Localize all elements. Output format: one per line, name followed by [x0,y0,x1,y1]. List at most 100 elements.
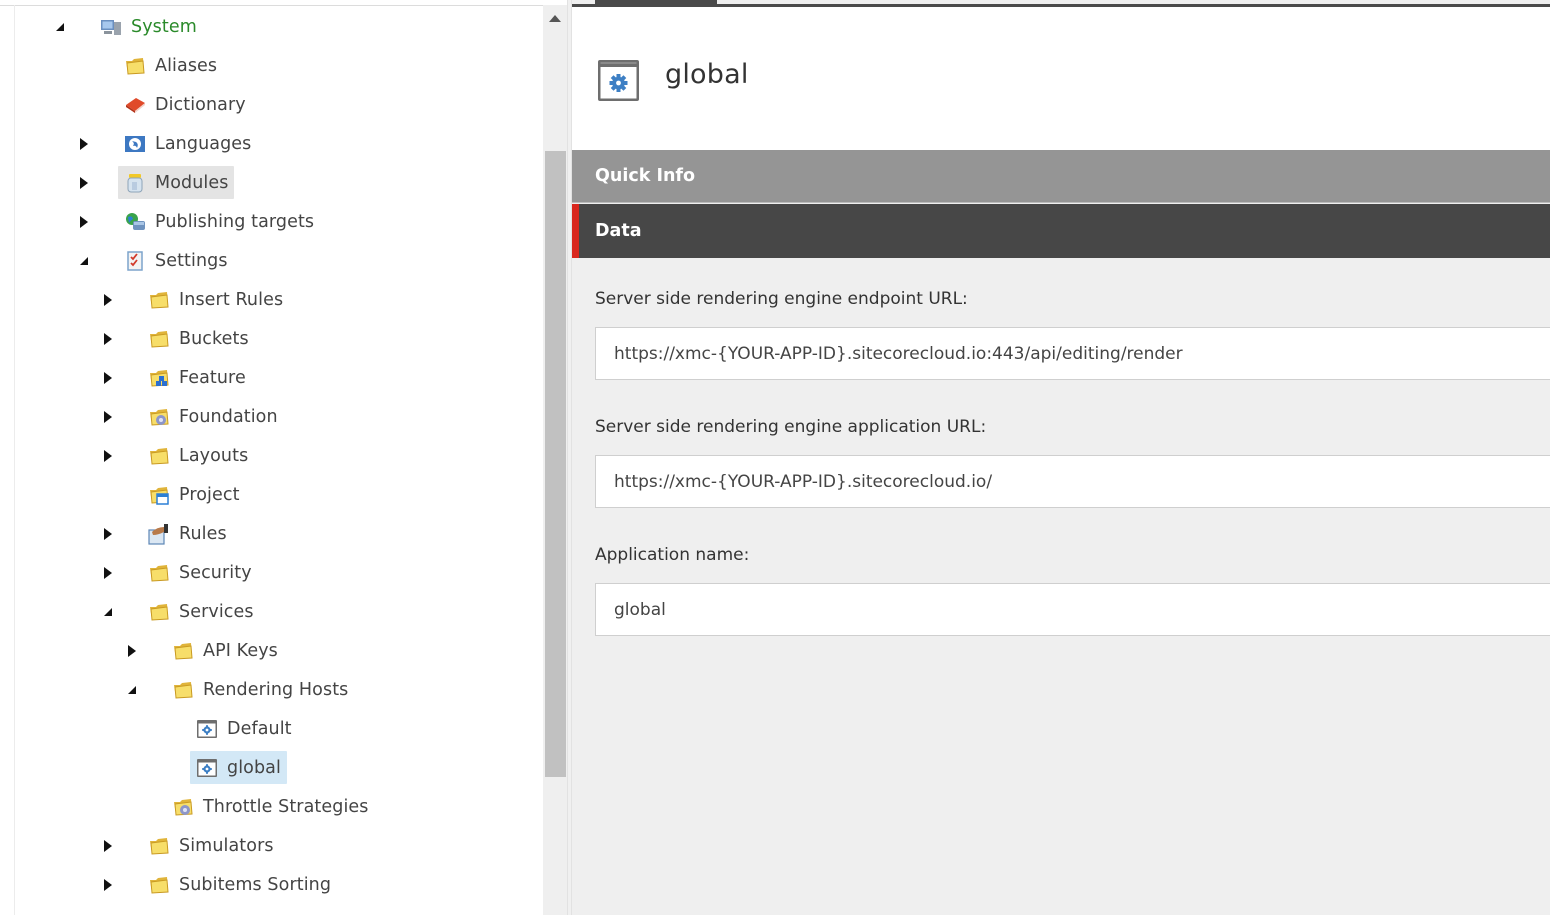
system-computer-icon [100,16,122,38]
tree-item-row[interactable]: System [94,10,203,43]
tree-item-row[interactable]: Settings [118,244,234,277]
collapse-toggle-icon[interactable] [125,683,139,697]
tree-item-label: Rendering Hosts [203,679,349,700]
tree-item-label: Services [179,601,254,622]
folder-icon [148,601,170,623]
application-url-input[interactable] [595,455,1550,508]
scrollbar-thumb[interactable] [545,151,566,777]
checklist-icon [124,250,146,272]
item-title: global [665,59,749,90]
expand-toggle-icon[interactable] [77,215,91,229]
tree-item-row[interactable]: Default [190,712,298,745]
active-editor-tab[interactable] [595,0,717,7]
tree-item-row[interactable]: Services [142,595,260,628]
tree-item-row[interactable]: Subitems Sorting [142,868,337,901]
rules-handshake-icon [148,523,170,545]
tree-item-label: Languages [155,133,252,154]
collapse-toggle-icon[interactable] [53,20,67,34]
tree-item-label: Modules [155,172,229,193]
tree-item-label: Insert Rules [179,289,284,310]
expand-toggle-icon[interactable] [101,332,115,346]
expand-toggle-icon[interactable] [125,644,139,658]
triangle-right-icon [104,528,112,540]
tree-item-label: Settings [155,250,228,271]
field-label-endpoint-url: Server side rendering engine endpoint UR… [595,289,968,309]
tree-item-row[interactable]: Insert Rules [142,283,289,316]
expand-toggle-icon[interactable] [101,878,115,892]
tree-item-label: Aliases [155,55,218,76]
expand-toggle-icon[interactable] [77,176,91,190]
tree-item-label: Throttle Strategies [203,796,369,817]
scroll-up-arrow-icon[interactable] [549,15,561,22]
triangle-right-icon [104,294,112,306]
triangle-right-icon [104,840,112,852]
folder-icon [148,289,170,311]
jar-icon [124,172,146,194]
tree-item-label: Foundation [179,406,278,427]
expand-toggle-icon[interactable] [77,137,91,151]
content-tree-panel: System Aliases Dictionary Languages Modules P… [0,0,543,915]
section-quick-info[interactable]: Quick Info [572,150,1550,203]
tree-item-row[interactable]: Layouts [142,439,254,472]
folder-icon [148,328,170,350]
triangle-right-icon [80,216,88,228]
collapse-toggle-icon[interactable] [77,254,91,268]
expand-toggle-icon[interactable] [101,527,115,541]
expand-toggle-icon[interactable] [101,566,115,580]
tree-item-row[interactable]: Aliases [118,49,223,82]
tree-item-row[interactable]: Modules [118,166,235,199]
tree-top-border [0,5,543,6]
tree-left-border [14,5,15,915]
triangle-down-icon [56,23,64,31]
folder-icon [148,562,170,584]
folder-icon [148,874,170,896]
tree-item-row[interactable]: Rendering Hosts [166,673,354,706]
tree-item-label: Security [179,562,252,583]
tree-item-row[interactable]: Feature [142,361,252,394]
expand-toggle-icon[interactable] [101,449,115,463]
folder-icon [124,55,146,77]
dictionary-book-icon [124,94,146,116]
editor-tab-strip [572,0,1550,7]
expand-toggle-icon[interactable] [101,293,115,307]
tree-item-row[interactable]: Rules [142,517,233,550]
expand-toggle-icon[interactable] [101,371,115,385]
triangle-right-icon [104,372,112,384]
tree-item-label: System [131,16,197,37]
triangle-right-icon [104,450,112,462]
tree-item-label: Rules [179,523,227,544]
tree-item-row[interactable] [142,907,185,915]
tree-item-row[interactable]: API Keys [166,634,284,667]
collapse-toggle-icon[interactable] [101,605,115,619]
tree-item-row[interactable]: Foundation [142,400,284,433]
tree-item-label: Feature [179,367,246,388]
folder-gear-icon [148,406,170,428]
tree-item-row[interactable]: Security [142,556,258,589]
folder-icon [172,679,194,701]
triangle-right-icon [104,567,112,579]
item-header: global [572,7,1550,150]
tree-item-row[interactable]: Throttle Strategies [166,790,374,823]
tree-item-label: Project [179,484,240,505]
tree-item-row[interactable]: Dictionary [118,88,252,121]
tree-item-row[interactable]: Project [142,478,246,511]
tree-item-row[interactable]: Publishing targets [118,205,320,238]
tree-item-row[interactable]: global [190,751,287,784]
window-gear-icon [196,718,218,740]
endpoint-url-input[interactable] [595,327,1550,380]
section-quick-info-label: Quick Info [595,166,696,186]
triangle-down-icon [104,608,112,616]
application-name-input[interactable] [595,583,1550,636]
expand-toggle-icon[interactable] [101,410,115,424]
tree-item-row[interactable]: Simulators [142,829,280,862]
section-data[interactable]: Data [572,204,1550,258]
tree-item-row[interactable]: Buckets [142,322,255,355]
tree-scrollbar[interactable] [543,5,567,915]
tree-item-label: global [227,757,281,778]
tree-item-label: Layouts [179,445,249,466]
triangle-right-icon [104,411,112,423]
tree-item-row[interactable]: Languages [118,127,257,160]
field-label-application-name: Application name: [595,545,750,565]
expand-toggle-icon[interactable] [101,839,115,853]
folder-blocks-icon [148,367,170,389]
